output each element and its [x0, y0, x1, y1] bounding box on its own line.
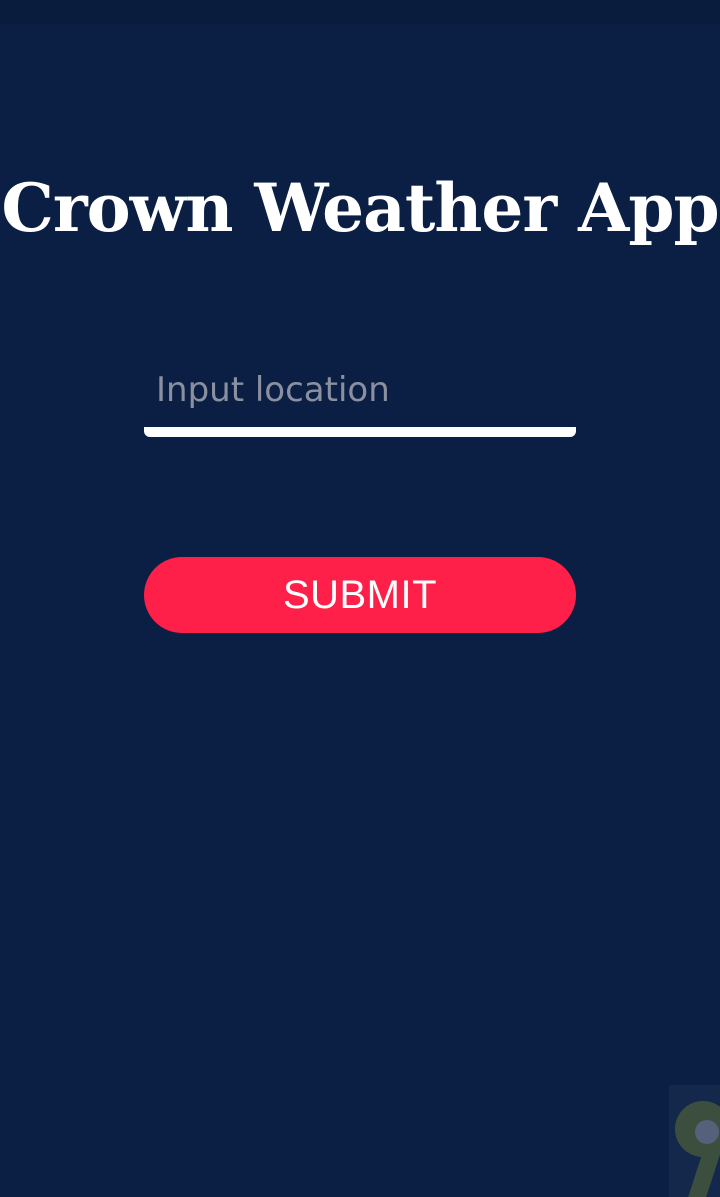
app-title: Crown Weather App	[1, 169, 719, 247]
status-bar	[0, 0, 720, 24]
location-input[interactable]	[144, 352, 576, 427]
submit-button[interactable]: SUBMIT	[144, 557, 576, 633]
floating-assistant-icon[interactable]	[669, 1085, 720, 1197]
assistant-dot-shape	[695, 1120, 719, 1144]
input-underline	[144, 427, 576, 437]
assistant-tail-shape	[686, 1151, 720, 1197]
